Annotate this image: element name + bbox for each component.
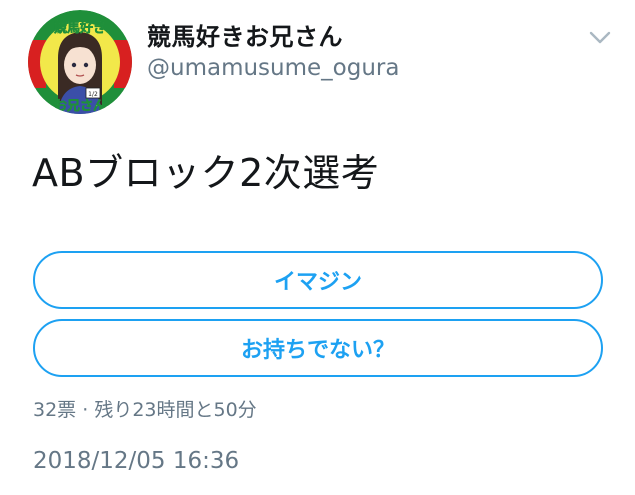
avatar-image: 1/2 競馬好き お兄さん bbox=[28, 10, 132, 114]
tweet-card: 1/2 競馬好き お兄さん 競馬好きお兄さん @umamusume_ogura … bbox=[0, 0, 635, 495]
user-handle[interactable]: @umamusume_ogura bbox=[147, 55, 399, 81]
poll-option-label: お持ちでない？ bbox=[240, 338, 395, 363]
poll-option-1[interactable]: イマジン bbox=[33, 251, 603, 309]
chevron-down-icon[interactable] bbox=[585, 27, 615, 49]
tweet-timestamp[interactable]: 2018/12/05 16:36 bbox=[33, 448, 239, 474]
poll-option-2[interactable]: お持ちでない？ bbox=[33, 319, 603, 377]
avatar[interactable]: 1/2 競馬好き お兄さん bbox=[28, 10, 132, 114]
poll-option-label: イマジン bbox=[273, 270, 362, 295]
avatar-badge: 1/2 bbox=[88, 91, 98, 98]
poll-time-remaining: 残り23時間と50分 bbox=[94, 399, 257, 421]
avatar-text-bottom: お兄さん bbox=[54, 99, 106, 114]
display-name[interactable]: 競馬好きお兄さん bbox=[147, 17, 343, 52]
tweet-text: ABブロック2次選考 bbox=[32, 151, 380, 195]
avatar-text-top: 競馬好き bbox=[54, 20, 106, 36]
poll-separator: · bbox=[82, 399, 89, 421]
poll-meta: 32票 · 残り23時間と50分 bbox=[33, 395, 257, 422]
poll-vote-count: 32票 bbox=[33, 399, 77, 421]
